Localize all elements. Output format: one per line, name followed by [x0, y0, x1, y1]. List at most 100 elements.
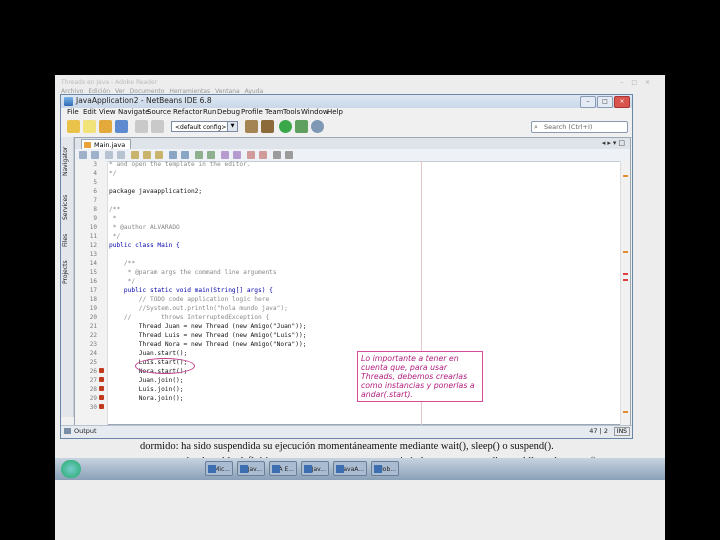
code-line[interactable]: * [109, 215, 117, 222]
code-line[interactable]: * @author ALVARADO [109, 224, 180, 231]
new-project-icon[interactable] [67, 120, 80, 133]
find-icon[interactable] [131, 151, 139, 159]
tab-navigation-controls[interactable]: ◂▸▾□ [602, 139, 627, 147]
code-line[interactable]: public static void main(String[] args) { [109, 287, 273, 294]
code-line[interactable]: Thread Juan = new Thread (new Amigo("Jua… [109, 323, 307, 330]
menu-window[interactable]: Window [301, 108, 329, 116]
build-icon[interactable] [245, 120, 258, 133]
tab-files[interactable]: Files [62, 229, 72, 251]
taskbar-item[interactable]: Adob... [371, 461, 399, 476]
source-view-icon[interactable] [79, 151, 87, 159]
config-select[interactable]: <default config> ▼ [171, 121, 238, 132]
code-line[interactable]: // TODO code application logic here [109, 296, 269, 303]
menu-file[interactable]: File [67, 108, 79, 116]
shift-left-icon[interactable] [221, 151, 229, 159]
code-line[interactable]: package javaapplication2; [109, 188, 202, 195]
menu-source[interactable]: Source [147, 108, 171, 116]
menu-view[interactable]: View [99, 108, 116, 116]
new-file-icon[interactable] [83, 120, 96, 133]
maximize-button[interactable]: □ [597, 96, 613, 108]
breakpoint-marker[interactable] [99, 404, 104, 409]
code-line[interactable]: */ [109, 278, 135, 285]
minimize-button[interactable]: – [580, 96, 596, 108]
forward-icon[interactable] [117, 151, 125, 159]
comment-icon[interactable] [273, 151, 281, 159]
code-line[interactable]: Juan.start(); [109, 350, 187, 357]
code-line[interactable]: */ [109, 233, 120, 240]
line-number: 29 [89, 395, 97, 402]
code-line[interactable]: // throws InterruptedException { [109, 314, 269, 321]
search-input[interactable]: ⌕ Search (Ctrl+I) [531, 121, 628, 133]
menu-refactor[interactable]: Refactor [173, 108, 202, 116]
save-all-icon[interactable] [115, 120, 128, 133]
code-line[interactable]: * @param args the command line arguments [109, 269, 277, 276]
code-line[interactable]: Nora.join(); [109, 395, 184, 402]
tab-projects[interactable]: Projects [62, 255, 72, 289]
document-line-dormido: dormido: ha sido suspendida su ejecución… [140, 441, 554, 452]
toggle-bookmark-icon[interactable] [181, 151, 189, 159]
line-number-gutter: 3 4 5 6 7 8 9 10 11 12 13 14 15 16 17 18… [75, 161, 108, 426]
code-line[interactable]: /** [109, 260, 135, 267]
code-line[interactable]: public class Main { [109, 242, 180, 249]
app-icon [208, 465, 216, 473]
clean-build-icon[interactable] [261, 120, 274, 133]
breakpoint-marker[interactable] [99, 395, 104, 400]
find-next-icon[interactable] [155, 151, 163, 159]
breakpoint-marker[interactable] [99, 386, 104, 391]
next-bookmark-icon[interactable] [207, 151, 215, 159]
code-line[interactable]: Luis.join(); [109, 386, 184, 393]
taskbar-item[interactable]: JavaA... [333, 461, 367, 476]
code-line[interactable]: * and open the template in the editor. [109, 161, 251, 168]
code-editor[interactable]: Main.java ◂▸▾□ 3 4 5 6 7 8 9 10 11 12 13… [74, 137, 631, 426]
error-mark[interactable] [623, 279, 628, 281]
tab-services[interactable]: Services [62, 189, 72, 225]
code-line[interactable]: /** [109, 206, 120, 213]
menu-team[interactable]: Team [265, 108, 284, 116]
menu-debug[interactable]: Debug [217, 108, 240, 116]
warning-mark[interactable] [623, 411, 628, 413]
error-stripe[interactable] [620, 161, 630, 426]
toggle-highlight-icon[interactable] [169, 151, 177, 159]
start-button[interactable] [61, 460, 81, 478]
undo-icon[interactable] [135, 120, 148, 133]
tab-navigator[interactable]: Navigator [62, 139, 72, 184]
previous-bookmark-icon[interactable] [195, 151, 203, 159]
code-line[interactable]: Thread Luis = new Thread (new Amigo("Lui… [109, 332, 307, 339]
background-window-controls[interactable]: – □ × [620, 79, 653, 86]
taskbar-item[interactable]: A E... [269, 461, 297, 476]
menu-navigate[interactable]: Navigate [118, 108, 149, 116]
code-line[interactable]: */ [109, 170, 116, 177]
run-icon[interactable] [279, 120, 292, 133]
uncomment-icon[interactable] [285, 151, 293, 159]
menu-tools[interactable]: Tools [283, 108, 300, 116]
output-tab[interactable]: Output [64, 427, 97, 435]
back-icon[interactable] [105, 151, 113, 159]
menu-profile[interactable]: Profile [241, 108, 263, 116]
taskbar-item[interactable]: Jav... [237, 461, 265, 476]
warning-mark[interactable] [623, 175, 628, 177]
title-bar: JavaApplication2 - NetBeans IDE 6.8 – □ … [61, 95, 632, 108]
taskbar-item[interactable]: Mic... [205, 461, 233, 476]
open-project-icon[interactable] [99, 120, 112, 133]
warning-mark[interactable] [623, 251, 628, 253]
breakpoint-marker[interactable] [99, 368, 104, 373]
code-line[interactable]: //System.out.println("hola mundo java"); [109, 305, 288, 312]
menu-edit[interactable]: Edit [83, 108, 97, 116]
find-previous-icon[interactable] [143, 151, 151, 159]
taskbar-item[interactable]: Jav... [301, 461, 329, 476]
code-line[interactable]: Thread Nora = new Thread (new Amigo("Nor… [109, 341, 307, 348]
redo-icon[interactable] [151, 120, 164, 133]
tab-main-java[interactable]: Main.java [81, 139, 131, 149]
profile-icon[interactable] [311, 120, 324, 133]
shift-right-icon[interactable] [233, 151, 241, 159]
debug-icon[interactable] [295, 120, 308, 133]
menu-run[interactable]: Run [203, 108, 216, 116]
breakpoint-marker[interactable] [99, 377, 104, 382]
code-line[interactable]: Juan.join(); [109, 377, 184, 384]
menu-help[interactable]: Help [327, 108, 343, 116]
error-mark[interactable] [623, 273, 628, 275]
history-icon[interactable] [91, 151, 99, 159]
start-macro-icon[interactable] [247, 151, 255, 159]
stop-macro-icon[interactable] [259, 151, 267, 159]
close-button[interactable]: × [614, 96, 630, 108]
